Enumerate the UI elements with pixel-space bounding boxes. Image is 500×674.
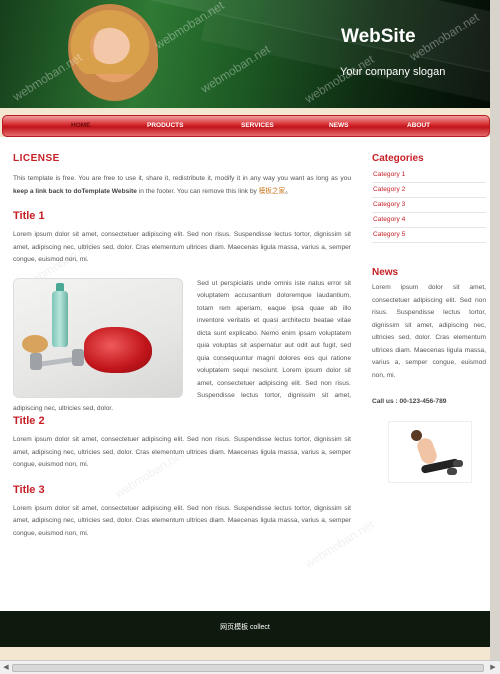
license-text: in the footer. You can remove this link … (136, 187, 259, 195)
fitness-equipment-photo (13, 277, 183, 398)
main-column: LICENSE This template is free. You are f… (13, 153, 351, 540)
figure-body (415, 436, 439, 466)
figure-shoe (447, 468, 457, 475)
license-bold-text: keep a link back to doTemplate Website (13, 187, 137, 195)
category-link-1[interactable]: Category 1 (372, 168, 486, 183)
category-link-5[interactable]: Category 5 (372, 228, 486, 243)
license-paragraph: This template is free. You are free to u… (13, 173, 351, 198)
categories-heading: Categories (372, 153, 424, 164)
license-link[interactable]: 模板之家 (259, 188, 285, 195)
scroll-left-icon[interactable]: ◀ (1, 663, 11, 673)
scrollbar-thumb[interactable] (12, 664, 484, 672)
license-text: This template is free. You are free to u… (13, 175, 351, 182)
watermark: webmoban.net (198, 42, 273, 96)
figure-shoe (453, 460, 463, 467)
nav-item-news[interactable]: NEWS (329, 122, 349, 129)
fitness-woman-image (388, 421, 472, 483)
category-link-2[interactable]: Category 2 (372, 183, 486, 198)
site-header: webmoban.net webmoban.net webmoban.net w… (0, 0, 490, 108)
news-paragraph: Lorem ipsum dolor sit amet, consectetuer… (372, 284, 486, 379)
content-page: webmoban.net webmoban.net webmoban.net w… (0, 137, 490, 611)
categories-list: Category 1 Category 2 Category 3 Categor… (372, 168, 486, 243)
news-heading: News (372, 267, 399, 278)
water-bottle (52, 290, 68, 347)
license-heading: LICENSE (13, 153, 60, 164)
photo-section: Sed ut perspiciatis unde omnis iste natu… (13, 277, 351, 416)
nav-item-products[interactable]: PRODUCTS (147, 122, 183, 129)
category-link-4[interactable]: Category 4 (372, 213, 486, 228)
boxing-glove (84, 326, 152, 373)
main-navigation: HOME PRODUCTS SERVICES NEWS ABOUT (2, 115, 490, 137)
call-us-text: Call us : 00-123-456-789 (372, 398, 447, 405)
nav-item-about[interactable]: ABOUT (407, 122, 430, 129)
sidebar: Categories Category 1 Category 2 Categor… (372, 153, 486, 483)
section-title-1: Title 1 (13, 210, 45, 222)
dumbbell-weight (30, 352, 42, 370)
nav-item-home[interactable]: HOME (71, 122, 91, 129)
vertical-scrollbar[interactable] (490, 0, 500, 660)
license-text: 。 (285, 187, 292, 195)
category-link-3[interactable]: Category 3 (372, 198, 486, 213)
section-paragraph-1: Lorem ipsum dolor sit amet, consectetuer… (13, 231, 351, 263)
section-paragraph-2: Lorem ipsum dolor sit amet, consectetuer… (13, 436, 351, 468)
section-paragraph-3: Lorem ipsum dolor sit amet, consectetuer… (13, 504, 351, 537)
site-footer: 网页模板 collect (0, 611, 490, 647)
site-slogan: Your company slogan (340, 66, 446, 78)
section-title-3: Title 3 (13, 483, 45, 496)
scroll-right-icon[interactable]: ▶ (488, 663, 498, 673)
footer-text[interactable]: 网页模板 collect (0, 622, 490, 632)
dumbbell-weight (72, 348, 84, 366)
site-title[interactable]: WebSite (341, 26, 416, 48)
horizontal-scrollbar[interactable]: ◀ ▶ (0, 660, 500, 674)
bread-roll (22, 334, 48, 353)
nav-item-services[interactable]: SERVICES (241, 122, 274, 129)
section-title-2: Title 2 (13, 415, 45, 427)
